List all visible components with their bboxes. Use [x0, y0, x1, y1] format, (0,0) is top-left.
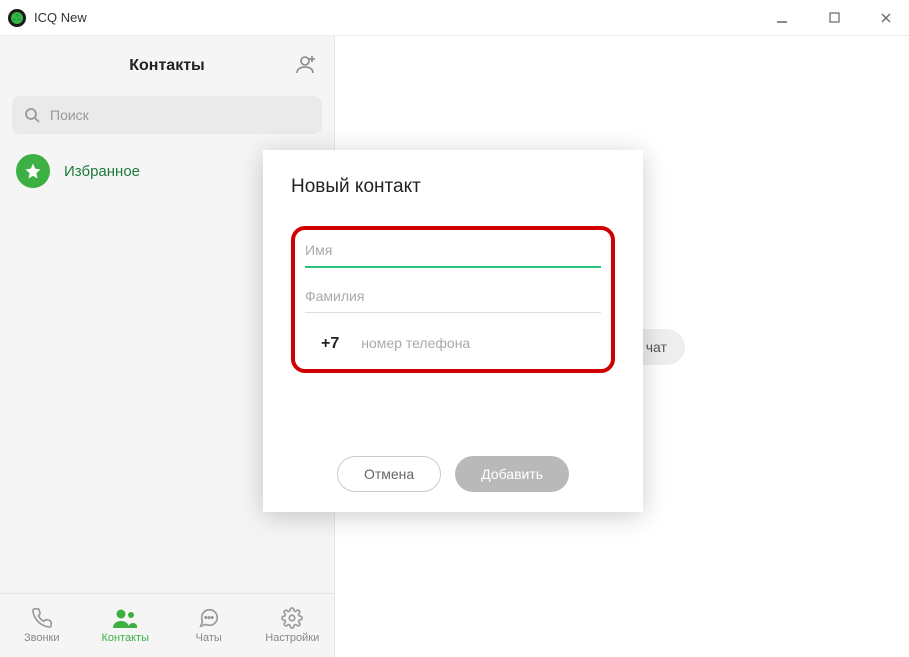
modal-title: Новый контакт: [291, 176, 615, 198]
contacts-icon: [112, 607, 138, 629]
search-icon: [24, 107, 40, 123]
nav-label: Настройки: [265, 632, 319, 644]
minimize-button[interactable]: [767, 3, 797, 33]
sidebar-title: Контакты: [129, 57, 204, 75]
last-name-input[interactable]: [305, 288, 601, 304]
cancel-button[interactable]: Отмена: [337, 456, 441, 492]
maximize-button[interactable]: [819, 3, 849, 33]
search-field[interactable]: [12, 96, 322, 134]
country-code-selector[interactable]: +7: [321, 335, 339, 353]
window-titlebar: ICQ New: [0, 0, 909, 36]
close-button[interactable]: [871, 3, 901, 33]
phone-field[interactable]: +7: [305, 333, 601, 353]
last-name-field[interactable]: [305, 288, 601, 313]
gear-icon: [281, 607, 303, 629]
nav-contacts[interactable]: Контакты: [90, 607, 160, 644]
nav-calls[interactable]: Звонки: [7, 607, 77, 644]
window-controls: [767, 3, 901, 33]
first-name-field[interactable]: [305, 242, 601, 268]
phone-input[interactable]: [361, 335, 542, 351]
modal-actions: Отмена Добавить: [291, 436, 615, 492]
phone-icon: [31, 607, 53, 629]
app-icon: [8, 9, 26, 27]
new-contact-modal: Новый контакт +7 Отмена Добавить: [263, 150, 643, 512]
chat-icon: [198, 607, 220, 629]
search-input[interactable]: [50, 107, 310, 123]
nav-label: Чаты: [196, 632, 222, 644]
annotation-highlight: +7: [291, 226, 615, 373]
nav-settings[interactable]: Настройки: [257, 607, 327, 644]
add-person-icon: [294, 54, 316, 74]
nav-label: Звонки: [24, 632, 60, 644]
window-title: ICQ New: [34, 10, 87, 25]
add-contact-button[interactable]: [294, 54, 316, 79]
nav-chats[interactable]: Чаты: [174, 607, 244, 644]
favorites-label: Избранное: [64, 163, 140, 180]
bottom-nav: Звонки Контакты Чаты Настройки: [0, 593, 334, 657]
add-button[interactable]: Добавить: [455, 456, 569, 492]
nav-label: Контакты: [101, 632, 149, 644]
star-icon: [16, 154, 50, 188]
first-name-input[interactable]: [305, 242, 601, 258]
sidebar-header: Контакты: [0, 36, 334, 96]
